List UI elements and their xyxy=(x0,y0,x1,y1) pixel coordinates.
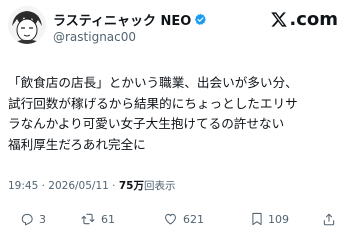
bookmark-count: 109 xyxy=(268,212,289,226)
tweet-line: ラなんかより可愛い女子大生抱けてるの許せない xyxy=(8,116,285,131)
view-count: 75万 xyxy=(118,180,144,192)
like-button[interactable]: 621 xyxy=(163,212,204,226)
heart-icon xyxy=(165,213,176,225)
reply-button[interactable]: 3 xyxy=(20,212,46,226)
brand-logo: .com xyxy=(270,9,338,30)
brand-label: .com xyxy=(289,9,338,30)
verified-badge-icon xyxy=(195,13,207,25)
retweet-icon xyxy=(81,213,95,225)
tweet-line: 「飲食店の店長」とかいう職業、出会いが多い分、 xyxy=(8,75,298,90)
reply-icon xyxy=(21,213,33,226)
avatar-illustration-icon xyxy=(8,6,46,44)
x-logo-icon xyxy=(271,12,288,27)
bookmark-button[interactable]: 109 xyxy=(251,212,289,226)
tweet-line: 試行回数が稼げるから結果的にちょっとしたエリサ xyxy=(8,95,298,111)
tweet-meta: 19:45 · 2026/05/11 · 75万回表示 xyxy=(8,178,175,193)
tweet-header: ラスティニャック NEO @rastignac00 .com xyxy=(0,0,350,60)
share-button[interactable] xyxy=(322,212,336,227)
like-count: 621 xyxy=(183,212,204,226)
tweet-time[interactable]: 19:45 xyxy=(8,180,38,192)
action-bar: 3 61 621 109 xyxy=(0,208,350,234)
meta-separator: · xyxy=(38,180,49,192)
retweet-button[interactable]: 61 xyxy=(80,212,115,226)
view-count-suffix: 回表示 xyxy=(143,180,176,192)
retweet-count: 61 xyxy=(101,212,115,226)
tweet-date[interactable]: 2026/05/11 xyxy=(48,180,109,192)
tweet-line: 福利厚生だろあれ完全に xyxy=(8,136,146,152)
display-name[interactable]: ラスティニャック NEO xyxy=(53,10,191,29)
reply-count: 3 xyxy=(39,212,46,226)
user-handle[interactable]: @rastignac00 xyxy=(53,30,136,44)
bookmark-icon xyxy=(252,212,262,226)
tweet-text: 「飲食店の店長」とかいう職業、出会いが多い分、 試行回数が稼げるから結果的にちょ… xyxy=(8,73,344,155)
meta-separator: · xyxy=(108,180,119,192)
display-name-row[interactable]: ラスティニャック NEO xyxy=(53,10,207,29)
avatar[interactable] xyxy=(8,6,46,44)
share-icon xyxy=(323,213,335,226)
